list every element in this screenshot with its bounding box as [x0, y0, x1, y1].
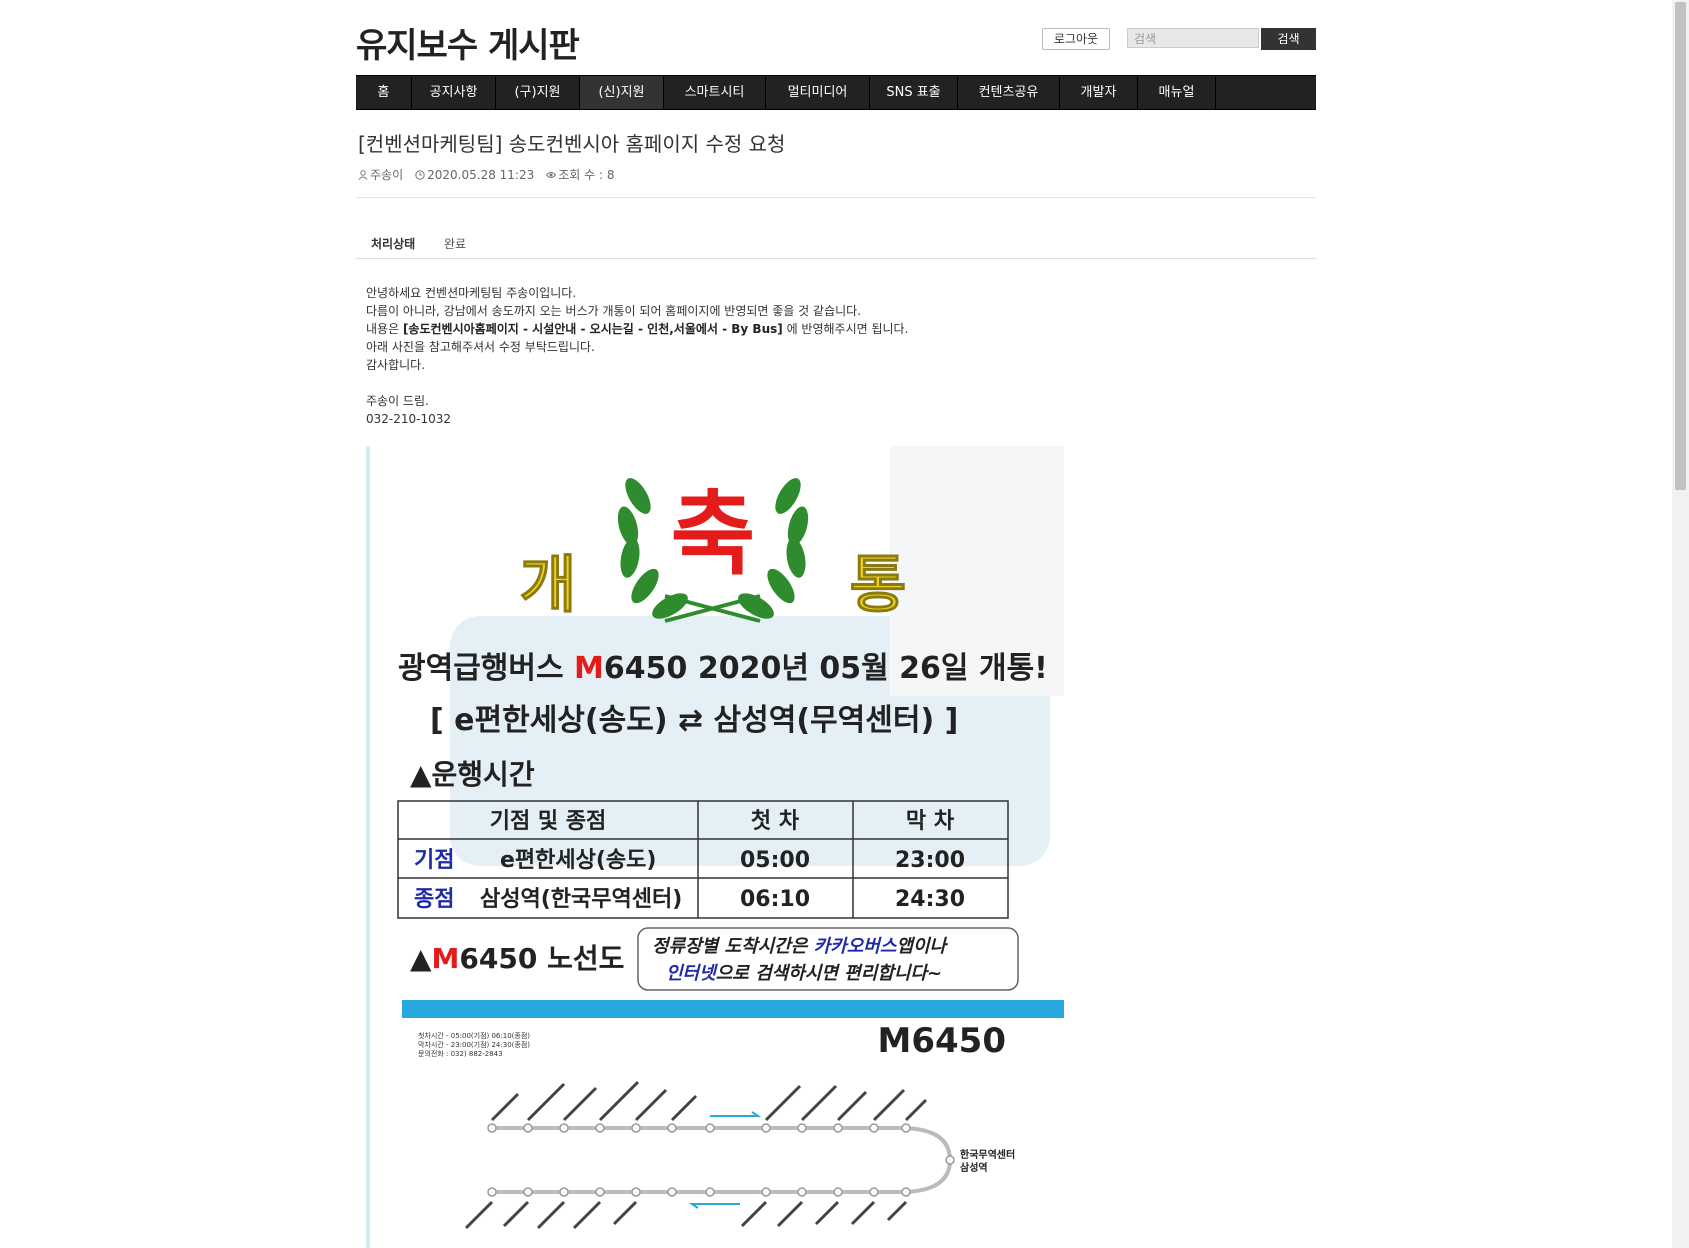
eye-icon — [546, 171, 557, 178]
body-line: 주송이 드림. — [366, 394, 429, 408]
table-row-last: 24:30 — [895, 887, 965, 912]
nav-item-manual[interactable]: 매뉴얼 — [1138, 76, 1216, 109]
nav-item-notice[interactable]: 공지사항 — [412, 76, 496, 109]
body-line: 안녕하세요 컨벤션마케팅팀 주송이입니다. — [366, 286, 577, 300]
logout-button[interactable]: 로그아웃 — [1042, 28, 1110, 50]
status-label: 처리상태 — [371, 237, 416, 251]
table-row-place: 삼성역(한국무역센터) — [480, 887, 682, 912]
table-row-tag: 종점 — [414, 887, 454, 912]
nav-item-content-share[interactable]: 컨텐츠공유 — [958, 76, 1060, 109]
main-nav: 홈 공지사항 (구)지원 (신)지원 스마트시티 멀티미디어 SNS 표출 컨텐… — [356, 75, 1316, 110]
map-info-line: 막차시간 - 23:00(기점) 24:30(종점) — [418, 1040, 530, 1049]
table-row-first: 06:10 — [740, 887, 810, 912]
terminal-label: 삼성역 — [960, 1161, 988, 1174]
page-scrollbar[interactable] — [1672, 0, 1689, 1248]
poster-route: [ e편한세상(송도) ⇄ 삼성역(무역센터) ] — [430, 703, 958, 738]
poster-right-char: 통 — [849, 548, 906, 621]
status-value: 완료 — [444, 237, 467, 251]
table-header-place: 기점 및 종점 — [490, 809, 607, 834]
nav-item-sns[interactable]: SNS 표출 — [870, 76, 958, 109]
search-button[interactable]: 검색 — [1261, 28, 1316, 50]
table-row-last: 23:00 — [895, 848, 965, 873]
map-info-line: 첫차시간 - 05:00(기점) 06:10(종점) — [418, 1031, 530, 1040]
scrollbar-thumb[interactable] — [1675, 2, 1686, 490]
table-header-first: 첫 차 — [751, 809, 800, 834]
terminal-label: 한국무역센터 — [960, 1148, 1015, 1161]
map-title: M6450 — [878, 1021, 1006, 1061]
post-datetime: 2020.05.28 11:23 — [427, 167, 535, 182]
nav-item-multimedia[interactable]: 멀티미디어 — [766, 76, 870, 109]
poster-section-map: ▲M6450 노선도 — [410, 942, 624, 975]
body-line: 내용은 [송도컨벤시아홈페이지 - 시설안내 - 오시는길 - 인천,서울에서 … — [366, 322, 909, 336]
post-views: 조회 수 : 8 — [558, 168, 615, 182]
post-author[interactable]: 주송이 — [370, 166, 403, 183]
nav-item-home[interactable]: 홈 — [356, 76, 412, 109]
poster-headline: 광역급행버스 M6450 2020년 05월 26일 개통! — [398, 651, 1048, 686]
nav-item-smartcity[interactable]: 스마트시티 — [664, 76, 766, 109]
clock-icon — [415, 169, 425, 180]
nav-item-new-support[interactable]: (신)지원 — [580, 76, 664, 109]
site-title[interactable]: 유지보수 게시판 — [356, 18, 580, 67]
body-bold-path: [송도컨벤시아홈페이지 - 시설안내 - 오시는길 - 인천,서울에서 - By… — [402, 322, 783, 336]
search-input[interactable]: 검색 — [1127, 28, 1259, 48]
post-body: 안녕하세요 컨벤션마케팅팀 주송이입니다. 다름이 아니라, 강남에서 송도까지… — [366, 284, 908, 428]
body-line: 아래 사진을 참고해주셔서 수정 부탁드립니다. — [366, 340, 595, 354]
post-title: [컨벤션마케팅팀] 송도컨벤시아 홈페이지 수정 요청 — [358, 132, 786, 156]
status-row: 처리상태 완료 — [356, 232, 1316, 259]
body-line: 다름이 아니라, 강남에서 송도까지 오는 버스가 개통이 되어 홈페이지에 반… — [366, 304, 862, 318]
poster-section-hours: ▲운행시간 — [410, 758, 535, 791]
user-icon — [358, 169, 368, 180]
nav-item-old-support[interactable]: (구)지원 — [496, 76, 580, 109]
post-meta: 주송이 2020.05.28 11:23 조회 수 : 8 — [358, 166, 614, 183]
divider — [356, 197, 1316, 198]
table-header-last: 막 차 — [906, 809, 955, 834]
info-line-1: 정류장별 도착시간은 카카오버스앱이나 — [652, 936, 949, 957]
info-line-2: 인터넷으로 검색하시면 편리합니다~ — [666, 963, 942, 984]
bus-poster-image: 개 축 통 광역급행버스 M6450 2020년 05월 26일 개통! [ e… — [366, 446, 1068, 1248]
nav-item-developer[interactable]: 개발자 — [1060, 76, 1138, 109]
map-info-line: 문의전화 : 032) 882-2843 — [418, 1049, 503, 1058]
body-line: 032-210-1032 — [366, 412, 452, 426]
poster-left-char: 개 — [519, 548, 576, 621]
table-row-first: 05:00 — [740, 848, 810, 873]
table-row-place: e편한세상(송도) — [500, 848, 656, 873]
poster-center-char: 축 — [671, 481, 756, 588]
table-row-tag: 기점 — [414, 848, 454, 873]
map-banner — [402, 1000, 1064, 1018]
body-line: 감사합니다. — [366, 358, 426, 372]
